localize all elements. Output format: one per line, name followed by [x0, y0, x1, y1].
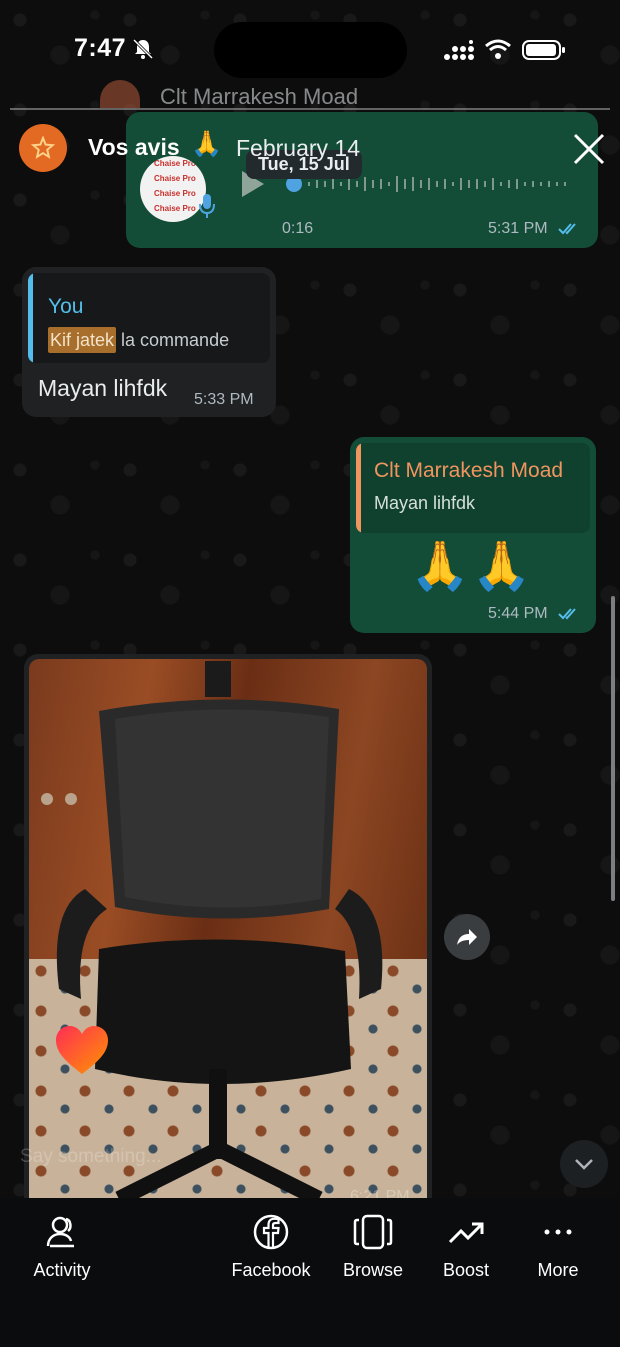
story-emoji: 🙏: [191, 130, 223, 158]
more-icon: [544, 1229, 572, 1235]
thumb-text: Chaise Pro: [154, 204, 196, 213]
voice-duration: 0:16: [282, 220, 314, 237]
nav-browse[interactable]: Browse: [323, 1214, 423, 1281]
story-title: Vos avis: [88, 134, 180, 160]
office-chair-illustration: [41, 661, 383, 1207]
chair-photo[interactable]: [29, 659, 427, 1214]
thumb-text: Chaise Pro: [154, 189, 196, 198]
read-receipt-icon: [558, 608, 576, 620]
activity-icon: [46, 1216, 74, 1248]
quote-text-rest: la commande: [116, 330, 230, 350]
story-avatar[interactable]: [19, 124, 67, 172]
quoted-message[interactable]: You Kif jatek la commande: [28, 273, 270, 363]
battery-icon: [522, 40, 565, 60]
wifi-icon: [485, 39, 511, 59]
nav-label: Facebook: [231, 1260, 311, 1280]
incoming-message[interactable]: You Kif jatek la commande Mayan lihfdk 5…: [22, 267, 276, 417]
divider: [10, 108, 610, 110]
outgoing-message[interactable]: Clt Marrakesh Moad Mayan lihfdk 🙏🙏 5:44 …: [350, 437, 596, 633]
nav-boost[interactable]: Boost: [416, 1214, 516, 1281]
quote-text: Kif jatek la commande: [48, 327, 230, 353]
mic-icon: [199, 194, 215, 218]
status-bar: 7:47: [0, 0, 620, 95]
quote-author: Clt Marrakesh Moad: [374, 459, 564, 482]
story-header: Vos avis 🙏 February 14: [0, 118, 620, 178]
dynamic-island: [214, 22, 407, 78]
nav-label: Boost: [442, 1260, 490, 1280]
forward-icon: [457, 929, 477, 945]
emoji-message: 🙏🙏: [410, 540, 534, 593]
quote-text: Mayan lihfdk: [374, 493, 476, 513]
nav-label: Activity: [33, 1260, 91, 1280]
reply-input-placeholder[interactable]: Say something...: [20, 1146, 162, 1168]
heart-icon[interactable]: [54, 1024, 110, 1076]
bottom-nav: Activity Facebook Browse Boost More: [0, 1198, 620, 1347]
scroll-down-button[interactable]: [560, 1140, 608, 1188]
close-icon[interactable]: [570, 130, 608, 168]
story-date: February 14: [236, 135, 361, 161]
star-icon: [31, 136, 55, 159]
nav-facebook[interactable]: Facebook: [221, 1214, 321, 1281]
message-time: 5:31 PM: [488, 220, 548, 237]
image-message[interactable]: [24, 654, 432, 1214]
quote-author: You: [48, 295, 84, 318]
message-time: 5:33 PM: [194, 391, 254, 408]
scrollbar[interactable]: [611, 596, 615, 901]
forward-button[interactable]: [444, 914, 490, 960]
message-text: Mayan lihfdk: [38, 375, 168, 401]
facebook-icon: [253, 1214, 289, 1250]
message-time: 5:44 PM: [488, 605, 548, 622]
nav-label: Browse: [342, 1260, 404, 1280]
search-highlight: Kif jatek: [48, 327, 117, 353]
read-receipt-icon: [558, 223, 576, 235]
quote-bar: [28, 273, 33, 363]
bell-off-icon: [132, 38, 154, 60]
nav-more[interactable]: More: [508, 1214, 608, 1281]
quote-bar: [356, 443, 361, 533]
nav-activity[interactable]: Activity: [12, 1214, 112, 1281]
status-time: 7:47: [74, 34, 127, 62]
quoted-message[interactable]: Clt Marrakesh Moad Mayan lihfdk: [356, 443, 590, 533]
browse-icon: [353, 1214, 393, 1250]
boost-icon: [448, 1222, 484, 1244]
nav-label: More: [537, 1260, 579, 1280]
chevron-down-icon: [575, 1159, 593, 1170]
signal-icon: [444, 40, 474, 60]
